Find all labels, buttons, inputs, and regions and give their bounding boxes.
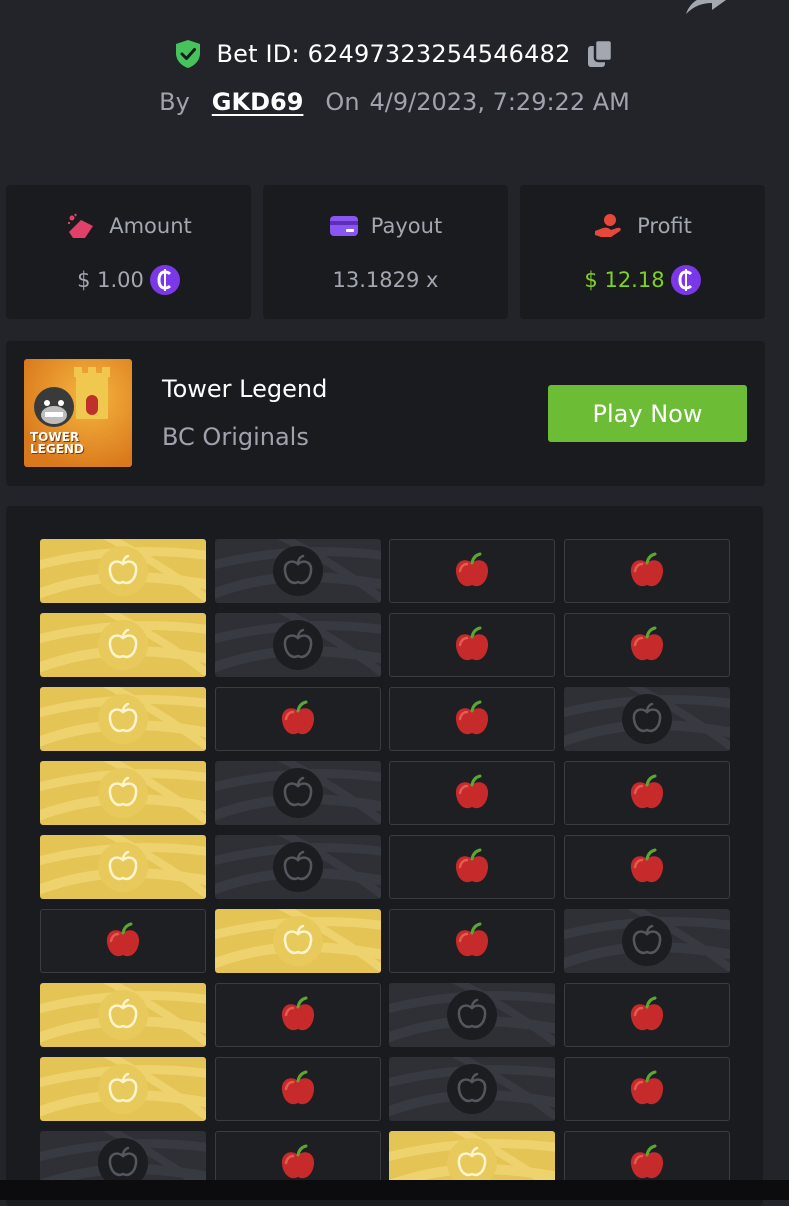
red-apple-icon xyxy=(630,552,664,587)
tower-board xyxy=(6,506,763,1206)
red-apple-icon xyxy=(455,922,489,957)
apple-outline-icon xyxy=(273,916,323,966)
coin-icon xyxy=(149,265,180,295)
red-apple-icon xyxy=(455,552,489,587)
tile-gold-apple xyxy=(40,613,206,677)
tile-hidden-apple xyxy=(389,983,555,1047)
red-apple-icon xyxy=(630,626,664,661)
copy-icon[interactable] xyxy=(585,38,615,70)
apple-outline-icon xyxy=(98,842,148,892)
tile-red-apple xyxy=(215,687,381,751)
play-now-button[interactable]: Play Now xyxy=(548,385,747,442)
red-apple-icon xyxy=(281,700,315,735)
tile-red-apple xyxy=(564,539,730,603)
amount-label: Amount xyxy=(109,214,192,238)
profit-label: Profit xyxy=(637,214,692,238)
tile-red-apple xyxy=(389,539,555,603)
apple-outline-icon xyxy=(273,768,323,818)
profit-hand-icon xyxy=(595,214,621,237)
tile-hidden-apple xyxy=(215,613,381,677)
tile-red-apple xyxy=(564,835,730,899)
tile-hidden-apple xyxy=(215,539,381,603)
tile-gold-apple xyxy=(40,983,206,1047)
tile-gold-apple xyxy=(40,1057,206,1121)
tile-hidden-apple xyxy=(215,761,381,825)
tile-red-apple xyxy=(215,1057,381,1121)
tile-red-apple xyxy=(564,613,730,677)
tile-gold-apple xyxy=(40,539,206,603)
apple-outline-icon xyxy=(622,916,672,966)
game-title: Tower Legend xyxy=(162,375,328,403)
coin-icon xyxy=(670,265,701,295)
apple-outline-icon xyxy=(98,694,148,744)
verified-shield-icon xyxy=(176,40,201,68)
red-apple-icon xyxy=(630,848,664,883)
bet-id-text: Bet ID: 6249732325454648​2 xyxy=(216,40,571,68)
bottom-bar xyxy=(0,1180,789,1200)
apple-outline-icon xyxy=(447,990,497,1040)
payout-card: Payout 13.1829 x xyxy=(263,185,508,319)
red-apple-icon xyxy=(455,700,489,735)
amount-icon xyxy=(68,213,94,238)
red-apple-icon xyxy=(630,996,664,1031)
apple-outline-icon xyxy=(447,1064,497,1114)
bet-date: 4/9/2023, 7:29:22 AM xyxy=(369,88,630,116)
game-thumbnail[interactable]: TOWER LEGEND xyxy=(24,359,132,467)
apple-outline-icon xyxy=(98,1064,148,1114)
red-apple-icon xyxy=(281,1070,315,1105)
apple-outline-icon xyxy=(622,694,672,744)
bet-id-row: Bet ID: 6249732325454648​2 xyxy=(0,34,789,74)
tile-red-apple xyxy=(215,983,381,1047)
red-apple-icon xyxy=(281,1144,315,1179)
amount-value: $ 1.00 xyxy=(77,268,144,292)
payout-label: Payout xyxy=(370,214,443,238)
share-icon[interactable] xyxy=(682,0,728,16)
red-apple-icon xyxy=(630,774,664,809)
tile-hidden-apple xyxy=(215,835,381,899)
apple-outline-icon xyxy=(98,546,148,596)
game-provider: BC Originals xyxy=(162,423,309,451)
tile-red-apple xyxy=(564,1057,730,1121)
red-apple-icon xyxy=(455,626,489,661)
tile-red-apple xyxy=(564,983,730,1047)
tile-gold-apple xyxy=(40,835,206,899)
red-apple-icon xyxy=(630,1070,664,1105)
red-apple-icon xyxy=(455,774,489,809)
tile-red-apple xyxy=(389,687,555,751)
username-link[interactable]: GKD69 xyxy=(212,88,304,116)
tile-red-apple xyxy=(40,909,206,973)
apple-outline-icon xyxy=(98,990,148,1040)
apple-outline-icon xyxy=(98,768,148,818)
amount-card: Amount $ 1.00 xyxy=(6,185,251,319)
red-apple-icon xyxy=(281,996,315,1031)
apple-outline-icon xyxy=(273,620,323,670)
tile-red-apple xyxy=(389,835,555,899)
tile-red-apple xyxy=(564,761,730,825)
payout-value: 13.1829 x xyxy=(332,268,439,292)
tile-red-apple xyxy=(389,761,555,825)
payout-card-icon xyxy=(329,216,358,236)
red-apple-icon xyxy=(630,1144,664,1179)
tile-gold-apple xyxy=(215,909,381,973)
profit-value: $ 12.18 xyxy=(584,268,665,292)
apple-outline-icon xyxy=(273,546,323,596)
game-info-panel: TOWER LEGEND Tower Legend BC Originals P… xyxy=(6,341,765,486)
tile-hidden-apple xyxy=(564,687,730,751)
on-label: On xyxy=(325,88,360,116)
by-label: By xyxy=(159,88,190,116)
tile-hidden-apple xyxy=(389,1057,555,1121)
red-apple-icon xyxy=(455,848,489,883)
profit-card: Profit $ 12.18 xyxy=(520,185,765,319)
thumb-logo-text: TOWER LEGEND xyxy=(30,430,84,456)
tile-gold-apple xyxy=(40,687,206,751)
red-apple-icon xyxy=(106,922,140,957)
tile-red-apple xyxy=(389,613,555,677)
tile-gold-apple xyxy=(40,761,206,825)
tile-hidden-apple xyxy=(564,909,730,973)
bet-author-row: By GKD69 On 4/9/2023, 7:29:22 AM xyxy=(0,82,789,122)
apple-outline-icon xyxy=(98,620,148,670)
tile-red-apple xyxy=(389,909,555,973)
apple-outline-icon xyxy=(273,842,323,892)
